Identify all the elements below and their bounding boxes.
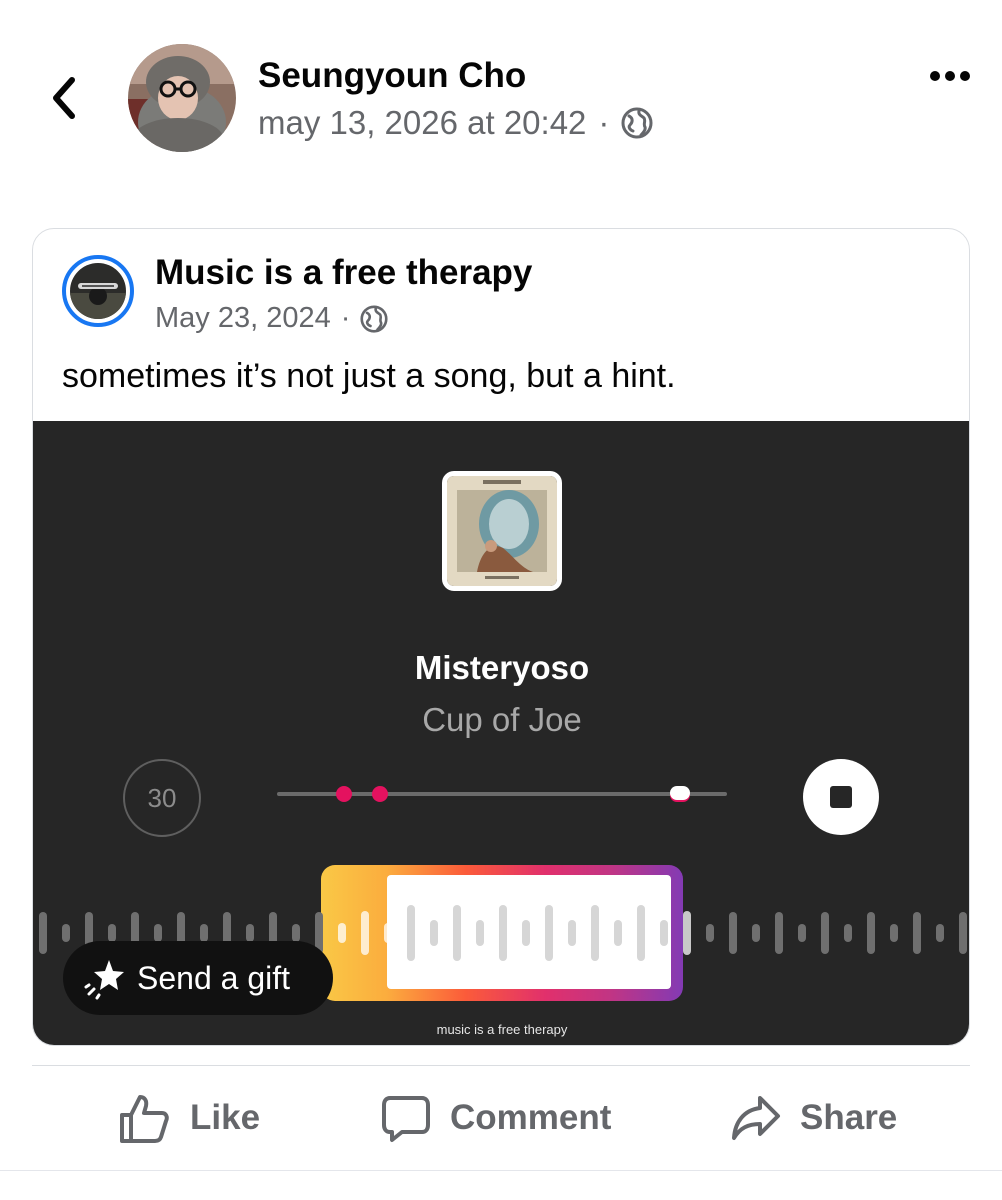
progress-marker [372,786,388,802]
chevron-left-icon [53,77,75,119]
waveform-bar [591,905,599,961]
waveform-bar [361,911,369,955]
progress-handle[interactable] [670,786,690,800]
share-arrow-icon [732,1096,780,1140]
waveform-bar [476,920,484,946]
skip-30-button[interactable]: 30 [123,759,201,837]
page-name[interactable]: Music is a free therapy [155,253,532,293]
send-gift-button[interactable]: Send a gift [63,941,333,1015]
share-button[interactable]: Share [730,1086,897,1150]
waveform-bar [499,905,507,961]
waveform-bar [154,924,162,942]
post-timestamp[interactable]: may 13, 2026 at 20:42 [258,104,586,142]
globe-icon [621,107,653,139]
more-dot-icon [930,71,940,81]
comment-label: Comment [450,1098,612,1137]
waveform-bar [522,920,530,946]
music-player[interactable]: Misteryoso Cup of Joe 30 Send a gift mus… [33,421,969,1045]
waveform-bar [39,912,47,954]
song-title: Misteryoso [414,649,590,686]
waveform-bar [913,912,921,954]
waveform-bar [292,924,300,942]
waveform-bar [821,912,829,954]
meta-separator: · [598,104,610,141]
post-meta: may 13, 2026 at 20:42 · [258,104,653,142]
skip-30-label: 30 [147,782,177,813]
shared-post-card[interactable]: Music is a free therapy May 23, 2024 · s… [32,228,970,1046]
waveform-bar [844,924,852,942]
waveform-bar [545,905,553,961]
progress-marker [336,786,352,802]
waveform-bar [430,920,438,946]
waveform-bar [614,920,622,946]
waveform-bar [683,911,691,955]
comment-button[interactable]: Comment [380,1086,611,1150]
waveform-bar [108,924,116,942]
bottom-separator [0,1170,1002,1171]
author-avatar[interactable] [128,44,236,152]
waveform-bar [200,924,208,942]
thumbs-up-icon [120,1095,169,1143]
waveform-bar [246,924,254,942]
song-artist: Cup of Joe [422,701,582,738]
like-label: Like [190,1098,261,1137]
album-art [442,471,562,591]
share-label: Share [800,1098,898,1137]
waveform-bar [775,912,783,954]
comment-icon [382,1096,430,1142]
waveform-bar [729,912,737,954]
send-gift-label: Send a gift [137,959,290,996]
waveform-bar [867,912,875,954]
author-name[interactable]: Seungyoun Cho [258,56,526,96]
waveform-bar [407,905,415,961]
stop-icon [830,786,852,808]
progress-slider[interactable] [277,786,727,802]
waveform-bar [453,905,461,961]
meta-separator: · [340,302,351,334]
like-button[interactable]: Like [118,1086,260,1150]
back-button[interactable] [40,74,88,122]
waveform-bar [384,923,392,943]
waveform-bar [752,924,760,942]
shared-post-date[interactable]: May 23, 2024 [155,302,331,335]
post-actions: Like Comment Share [0,1086,1002,1150]
page-avatar[interactable] [62,255,134,327]
more-dot-icon [960,71,970,81]
waveform-bar [338,923,346,943]
waveform-bar [798,924,806,942]
more-dot-icon [945,71,955,81]
action-divider [32,1065,970,1066]
globe-icon [360,304,388,333]
waveform-bar [568,920,576,946]
post-caption: sometimes it’s not just a song, but a hi… [62,357,676,395]
waveform-bar [62,924,70,942]
waveform-bar [706,924,714,942]
waveform-bar [890,924,898,942]
more-options-button[interactable] [922,58,978,94]
shared-post-meta: May 23, 2024 · [155,302,388,335]
waveform-bar [959,912,967,954]
music-watermark: music is a free therapy [436,1022,568,1037]
waveform-bar [660,920,668,946]
gift-star-icon [84,960,124,1000]
waveform-bar [936,924,944,942]
post-header: Seungyoun Cho may 13, 2026 at 20:42 · [0,0,1002,190]
waveform-bar [637,905,645,961]
stop-button[interactable] [803,759,879,835]
